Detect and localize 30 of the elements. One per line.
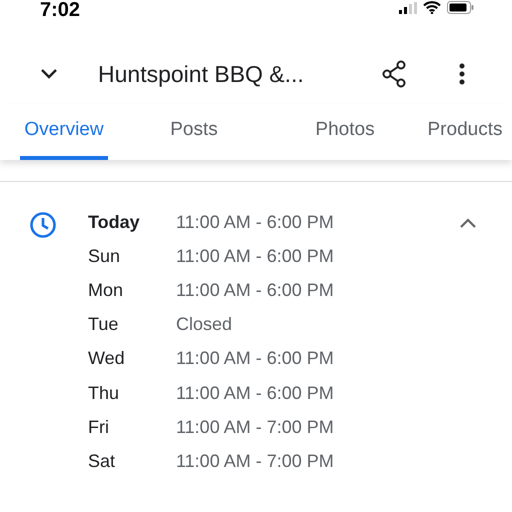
day-label: Sun — [88, 246, 122, 267]
tab[interactable]: Photos — [306, 104, 384, 160]
tab[interactable]: Products — [422, 104, 508, 160]
opening-hours: 11:00 AM - 7:00 PM — [176, 416, 334, 438]
tab[interactable]: Overview — [20, 104, 108, 160]
day-label: Thu — [88, 382, 120, 404]
place-title: Huntspoint BBQ &... — [98, 60, 305, 88]
day-label: Today — [88, 212, 141, 233]
battery-icon — [447, 1, 474, 14]
wifi-icon — [423, 1, 441, 14]
opening-hours: 11:00 AM - 6:00 PM — [176, 348, 334, 370]
chevron-up-icon — [458, 217, 478, 229]
opening-hours: 11:00 AM - 6:00 PM — [176, 246, 334, 267]
opening-hours: 11:00 AM - 6:00 PM — [176, 212, 334, 233]
day-label: Mon — [88, 280, 124, 301]
status-time: 7:02 — [40, 0, 80, 20]
opening-hours: 11:00 AM - 6:00 PM — [176, 382, 334, 404]
chevron-down-icon — [39, 68, 59, 80]
day-label: Tue — [88, 314, 120, 336]
tab[interactable]: Posts — [164, 104, 224, 160]
opening-hours: 11:00 AM - 6:00 PM — [176, 280, 334, 301]
share-icon — [381, 59, 407, 89]
clock-icon — [29, 211, 57, 239]
opening-hours: Closed — [176, 314, 232, 336]
day-label: Sat — [88, 450, 116, 472]
more-icon — [459, 63, 465, 85]
day-label: Fri — [88, 416, 110, 438]
day-label: Wed — [88, 348, 126, 370]
opening-hours: 11:00 AM - 7:00 PM — [176, 450, 334, 472]
signal-icon — [399, 2, 417, 14]
